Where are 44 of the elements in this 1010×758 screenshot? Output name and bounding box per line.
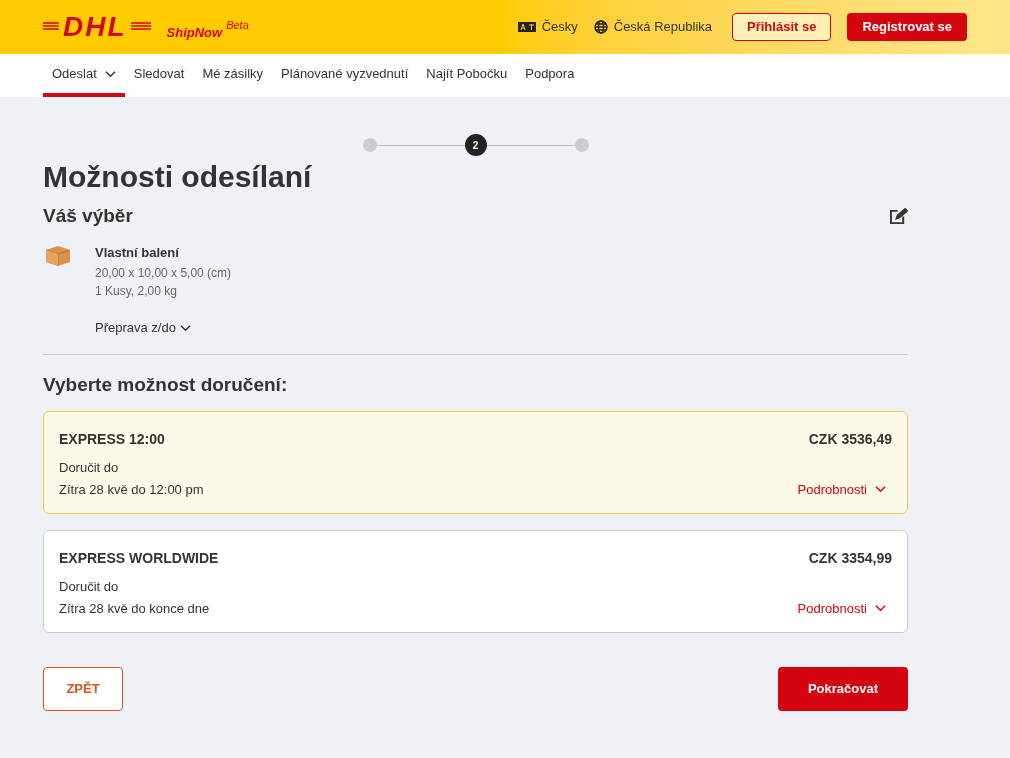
nav-tab[interactable]: Odeslat (43, 54, 125, 97)
logo-text: DHL (63, 13, 127, 41)
delivery-time: Zítra 28 kvě do konce dne (59, 599, 210, 618)
step-current: 2 (464, 134, 487, 156)
delivery-time: Zítra 28 kvě do 12:00 pm (59, 480, 204, 499)
continue-button[interactable]: Pokračovat (778, 667, 908, 711)
chevron-down-icon (179, 323, 191, 332)
nav-tab[interactable]: Najít Pobočku (417, 54, 517, 97)
language-link[interactable]: Česky (541, 17, 578, 37)
option-price: CZK 3536,49 (808, 430, 892, 449)
nav-tab[interactable]: Plánované vyzvednutí (272, 54, 418, 97)
package-name: Vlastní balení (95, 243, 180, 262)
stripes-icon (130, 22, 151, 32)
deliver-label: Doručit do (59, 578, 120, 596)
product-name: ShipNow (166, 24, 223, 43)
country-link[interactable]: Česká Republika (613, 17, 713, 37)
edit-icon[interactable] (889, 207, 908, 225)
box-icon (43, 243, 73, 268)
back-button[interactable]: ZPĚT (43, 667, 123, 711)
details-link[interactable]: Podrobnosti (797, 479, 886, 499)
option-price: CZK 3354,99 (808, 549, 892, 568)
nav-tab[interactable]: Podpora (516, 54, 584, 97)
nav-tab[interactable]: Mé zásilky (193, 54, 273, 97)
stripes-icon (43, 22, 59, 32)
section-heading: Váš výběr (43, 204, 133, 228)
delivery-heading: Vyberte možnost doručení: (43, 372, 289, 397)
package-weight: 1 Kusy, 2,00 kg (95, 283, 178, 300)
package-dimensions: 20,00 x 10,00 x 5,00 (cm) (95, 265, 232, 282)
login-button[interactable]: Přihlásit se (732, 13, 832, 41)
globe-icon (593, 20, 608, 34)
nav-tab[interactable]: Sledovat (124, 54, 194, 97)
register-button[interactable]: Registrovat se (847, 13, 967, 41)
transport-toggle[interactable]: Přeprava z/do (95, 318, 191, 338)
details-link[interactable]: Podrobnosti (797, 598, 886, 618)
chevron-down-icon (875, 485, 886, 494)
translate-icon (517, 22, 536, 32)
delivery-option-card[interactable]: EXPRESS 12:00 CZK 3536,49 Doručit do Zítra 28 kvě do 12:00 pm Podrobnosti (43, 411, 908, 514)
deliver-label: Doručit do (59, 459, 120, 477)
page-title: Možnosti odesílaní (43, 159, 313, 195)
beta-label: Beta (226, 17, 249, 33)
chevron-down-icon (875, 604, 886, 613)
delivery-option-card[interactable]: EXPRESS WORLDWIDE CZK 3354,99 Doručit do Zítra 28 kvě do konce dne Podrobnosti (43, 530, 908, 633)
option-name: EXPRESS 12:00 (59, 430, 165, 449)
option-name: EXPRESS WORLDWIDE (59, 549, 219, 568)
